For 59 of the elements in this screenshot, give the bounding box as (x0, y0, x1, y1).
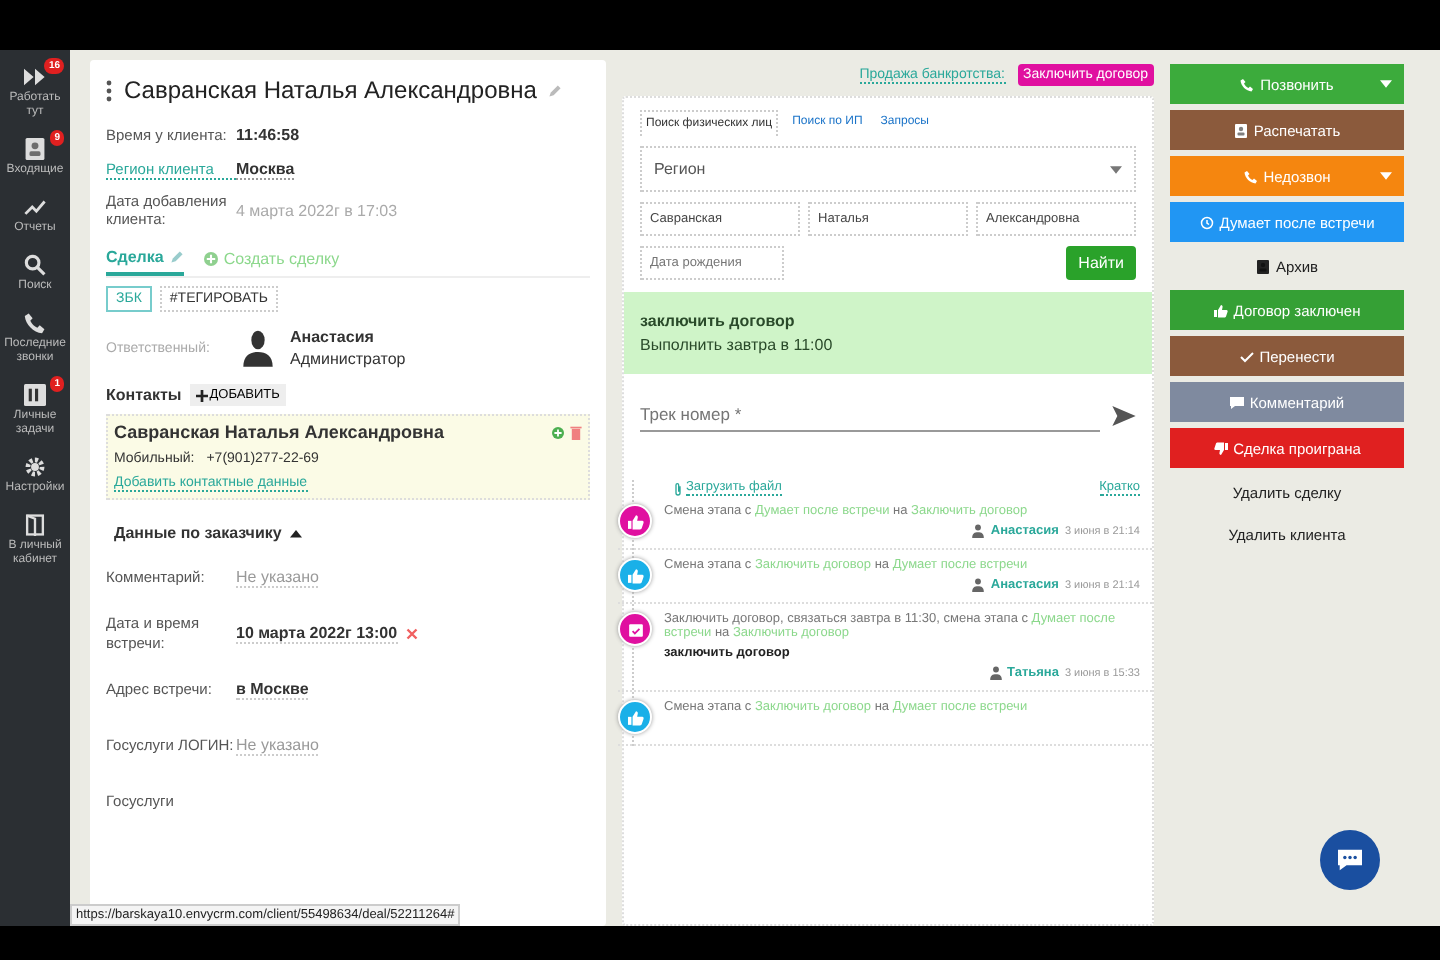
person-icon (972, 578, 985, 592)
plus-icon (195, 389, 208, 401)
chat-button[interactable] (1320, 830, 1380, 890)
phone-icon (1240, 77, 1255, 91)
door-icon (24, 514, 46, 536)
field-value: 4 марта 2022г в 17:03 (236, 201, 398, 219)
client-name: Савранская Наталья Александровна (124, 76, 537, 104)
paperclip-icon (674, 481, 682, 495)
section-title[interactable]: Данные по заказчику (114, 524, 282, 542)
caret-icon (1110, 165, 1122, 173)
field-value[interactable]: Не указано (236, 736, 319, 756)
settings-icon (24, 456, 46, 478)
caret-icon[interactable] (1380, 172, 1392, 180)
task-due: Выполнить завтра в 11:00 (640, 336, 835, 354)
region-select[interactable]: Регион (640, 146, 1136, 192)
person-silhouette-icon (242, 328, 274, 368)
more-menu-icon[interactable] (106, 79, 112, 101)
contact-card-icon (1233, 123, 1248, 137)
person-icon (972, 524, 985, 538)
responsible-name: Анастасия (290, 328, 376, 346)
field-value: 11:46:58 (236, 125, 300, 143)
trend-line-icon (24, 196, 46, 218)
comment-icon (1229, 395, 1244, 409)
responsible-role: Администратор (290, 350, 406, 368)
pencil-icon[interactable] (548, 83, 563, 97)
add-icon[interactable] (552, 425, 564, 439)
calendar-icon (627, 621, 643, 637)
chat-bubble-icon (1336, 848, 1364, 872)
deal-tab[interactable]: Сделка (106, 244, 184, 276)
section-title: Контакты (106, 386, 182, 404)
task-board-icon (24, 384, 46, 406)
clear-icon[interactable] (405, 628, 418, 640)
phone-icon (1243, 169, 1258, 183)
field-value[interactable]: Не указано (236, 568, 319, 588)
thumbs-down-icon (1213, 441, 1228, 455)
task-title: заключить договор (640, 312, 797, 330)
collapse-triangle-icon[interactable] (289, 528, 302, 538)
search-icon (24, 254, 46, 276)
thumbs-up-icon (627, 513, 643, 529)
field-value: Москва (236, 160, 295, 180)
contact-card-icon (1255, 259, 1270, 273)
pencil-icon[interactable] (169, 250, 184, 264)
check-icon (1239, 349, 1254, 363)
contact-card-icon (24, 138, 46, 160)
thumbs-up-icon (627, 567, 643, 583)
thumbs-up-icon (627, 709, 643, 725)
caret-icon[interactable] (1380, 80, 1392, 88)
fast-forward-icon (24, 66, 46, 88)
field-value[interactable]: 10 марта 2022г 13:00 (236, 624, 398, 644)
trash-icon[interactable] (570, 425, 582, 439)
plus-circle-icon (203, 252, 218, 266)
find-button[interactable]: Найти (1066, 246, 1136, 280)
contact-name: Савранская Наталья Александровна (114, 422, 447, 442)
field-value[interactable]: в Москве (236, 680, 309, 700)
person-icon (989, 666, 1002, 680)
send-icon[interactable] (1112, 405, 1136, 425)
thumbs-up-icon (1213, 303, 1228, 317)
clock-icon (1199, 215, 1214, 229)
phone-icon (24, 312, 46, 334)
